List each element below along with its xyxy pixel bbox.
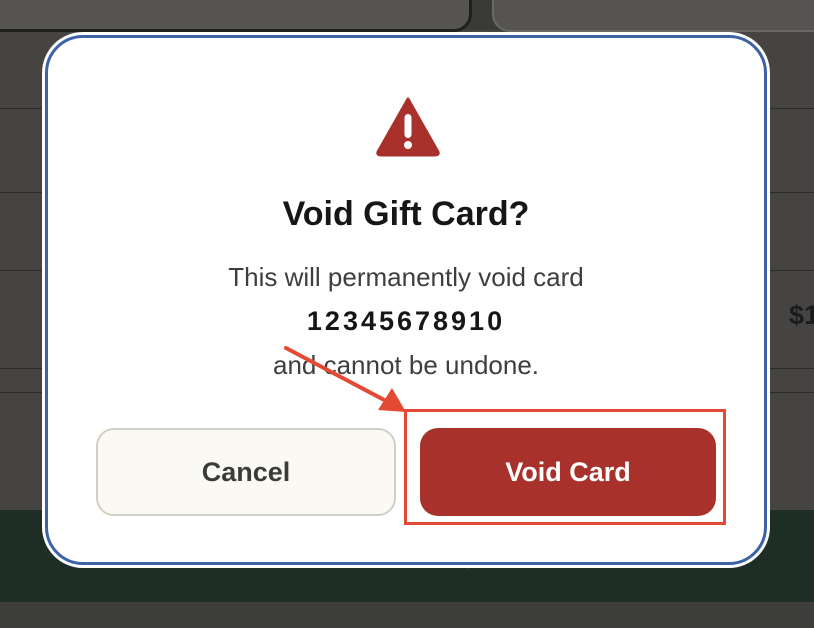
- background-card-right: [492, 0, 814, 32]
- dialog-message-line1: This will permanently void card: [228, 262, 584, 292]
- warning-icon: [376, 97, 440, 157]
- background-card-left: [0, 0, 472, 32]
- annotation-arrow-icon: [284, 346, 406, 412]
- background-bottom-strip: [0, 602, 814, 628]
- background-price: $10: [788, 300, 814, 330]
- cancel-button[interactable]: Cancel: [96, 428, 396, 516]
- annotation-highlight-box: [404, 409, 726, 525]
- card-number: 12345678910: [306, 306, 506, 336]
- dialog-title: Void Gift Card?: [282, 195, 530, 233]
